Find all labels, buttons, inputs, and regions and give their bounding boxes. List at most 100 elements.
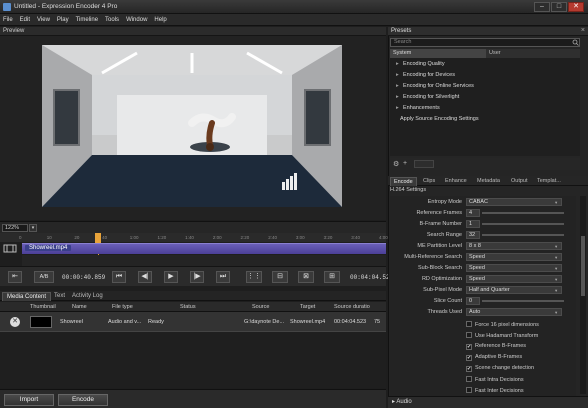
- multi-reference-select[interactable]: Speed ▾: [466, 253, 562, 261]
- adaptive-b-frames-checkbox[interactable]: ✔ Adaptive B-Frames: [466, 354, 522, 361]
- ruler-tick-label: 0: [19, 235, 22, 240]
- search-range-field[interactable]: 32: [466, 231, 480, 239]
- param-label: Entropy Mode: [427, 199, 462, 205]
- sub-pixel-mode-select[interactable]: Half and Quarter ▾: [466, 286, 562, 294]
- menu-play[interactable]: Play: [57, 17, 69, 23]
- menu-file[interactable]: File: [3, 17, 13, 23]
- go-to-start-icon[interactable]: ⏮: [112, 271, 126, 283]
- col-thumbnail[interactable]: Thumbnail: [30, 304, 56, 310]
- fast-intra-checkbox[interactable]: Fast Intra Decisions: [466, 376, 524, 383]
- import-button[interactable]: Import: [4, 394, 54, 406]
- tab-output[interactable]: Output: [508, 177, 531, 186]
- step-back-icon[interactable]: ◀|: [138, 271, 152, 283]
- reference-frames-slider[interactable]: [482, 212, 564, 214]
- me-partition-select[interactable]: 8 x 8 ▾: [466, 242, 562, 250]
- menu-timeline[interactable]: Timeline: [76, 17, 98, 23]
- tab-encode[interactable]: Encode: [390, 177, 417, 186]
- close-icon[interactable]: ×: [581, 27, 585, 34]
- preview-header: Preview: [0, 27, 386, 36]
- scene-change-checkbox[interactable]: ✔ Scene change detection: [466, 365, 534, 372]
- audio-track[interactable]: [22, 255, 386, 266]
- col-target[interactable]: Target: [300, 304, 315, 310]
- force-16-pixel-checkbox[interactable]: Force 16 pixel dimensions: [466, 321, 539, 328]
- timeline-ruler[interactable]: 0 10 20 40 1:00 1:20 1:40 2:00 2:20 2:40 3:00 3:20 3…: [0, 233, 388, 242]
- b-frame-number-field[interactable]: 1: [466, 220, 480, 228]
- hadamard-checkbox[interactable]: Use Hadamard Transform: [466, 332, 538, 339]
- chevron-down-icon: ▾: [555, 288, 558, 293]
- step-forward-icon[interactable]: |▶: [190, 271, 204, 283]
- tab-metadata[interactable]: Metadata: [474, 177, 503, 186]
- tab-text[interactable]: Text: [50, 292, 69, 301]
- trim-start-icon[interactable]: ⇤: [8, 271, 22, 283]
- menu-window[interactable]: Window: [126, 17, 147, 23]
- add-icon[interactable]: +: [403, 160, 407, 167]
- close-button[interactable]: ✕: [568, 2, 584, 12]
- ab-compare-button[interactable]: A/B: [34, 271, 54, 283]
- ruler-tick-label: 1:00: [129, 235, 139, 240]
- tab-templates[interactable]: Templat...: [534, 177, 564, 186]
- reference-b-frames-checkbox[interactable]: ✔ Reference B-Frames: [466, 343, 526, 350]
- tab-media-content[interactable]: Media Content: [2, 292, 52, 301]
- play-icon[interactable]: ▶: [164, 271, 178, 283]
- row-extra: 75: [374, 319, 381, 325]
- search-icon[interactable]: [572, 39, 579, 46]
- rd-optimization-select[interactable]: Speed ▾: [466, 275, 562, 283]
- list-item[interactable]: ▸ Encoding for Devices: [396, 72, 455, 78]
- search-range-slider[interactable]: [482, 234, 564, 236]
- sub-block-select[interactable]: Speed ▾: [466, 264, 562, 272]
- markers-icon[interactable]: ⋮⋮: [246, 271, 262, 283]
- list-item[interactable]: ▸ Encoding for Online Services: [396, 83, 474, 89]
- col-status[interactable]: Status: [180, 304, 196, 310]
- video-track[interactable]: Showreel.mp4: [22, 243, 386, 254]
- slice-count-slider[interactable]: [482, 300, 564, 302]
- b-frame-number-slider[interactable]: [482, 223, 564, 225]
- ruler-tick-label: 1:20: [157, 235, 167, 240]
- menu-edit[interactable]: Edit: [20, 17, 30, 23]
- encode-button[interactable]: Encode: [58, 394, 108, 406]
- go-to-end-icon[interactable]: ⏭: [216, 271, 230, 283]
- col-name[interactable]: Name: [72, 304, 87, 310]
- threads-used-select[interactable]: Auto ▾: [466, 308, 562, 316]
- chevron-down-icon[interactable]: ▾: [29, 224, 37, 232]
- ruler-tick-label: 3:20: [323, 235, 333, 240]
- col-file-type[interactable]: File type: [112, 304, 133, 310]
- cut-icon[interactable]: ⊠: [298, 271, 314, 283]
- tab-system[interactable]: System: [390, 49, 486, 58]
- entropy-mode-select[interactable]: CABAC ▾: [466, 198, 562, 206]
- list-item[interactable]: Apply Source Encoding Settings: [400, 116, 479, 122]
- tab-user[interactable]: User: [486, 49, 580, 58]
- col-source-duration[interactable]: Source duratio: [334, 304, 370, 310]
- split-icon[interactable]: ⊟: [272, 271, 288, 283]
- tab-clips[interactable]: Clips: [420, 177, 438, 186]
- menu-help[interactable]: Help: [154, 17, 166, 23]
- expand-arrow-icon: ▸: [396, 94, 399, 100]
- table-row[interactable]: ✕ Showreel Audio and v... Ready G:\dayno…: [0, 312, 386, 332]
- reference-frames-field[interactable]: 4: [466, 209, 480, 217]
- video-frame[interactable]: [42, 45, 342, 207]
- remove-icon[interactable]: ✕: [10, 317, 20, 327]
- encode-tabs: Encode Clips Enhance Metadata Output Tem…: [388, 176, 588, 186]
- insert-icon[interactable]: ⊞: [324, 271, 340, 283]
- row-source: G:\daynote De...: [244, 319, 285, 325]
- tab-enhance[interactable]: Enhance: [442, 177, 470, 186]
- apply-button[interactable]: [414, 160, 434, 168]
- fast-inter-checkbox[interactable]: Fast Inter Decisions: [466, 387, 524, 394]
- menu-tools[interactable]: Tools: [105, 17, 119, 23]
- maximize-button[interactable]: □: [551, 2, 567, 12]
- scrollbar[interactable]: [580, 196, 586, 394]
- clip-name[interactable]: Showreel.mp4: [25, 245, 72, 251]
- audio-section-header[interactable]: ▸ Audio: [388, 396, 588, 408]
- scrollbar-thumb[interactable]: [581, 236, 585, 296]
- chevron-down-icon: ▾: [555, 255, 558, 260]
- tab-activity-log[interactable]: Activity Log: [68, 292, 107, 301]
- preset-search-input[interactable]: Search: [390, 38, 580, 47]
- gear-icon[interactable]: ⚙: [393, 160, 399, 168]
- menu-view[interactable]: View: [37, 17, 50, 23]
- zoom-level[interactable]: 122%: [2, 224, 28, 232]
- list-item[interactable]: ▸ Enhancements: [396, 105, 440, 111]
- list-item[interactable]: ▸ Encoding for Silverlight: [396, 94, 459, 100]
- minimize-button[interactable]: –: [534, 2, 550, 12]
- list-item[interactable]: ▸ Encoding Quality: [396, 61, 445, 67]
- slice-count-field[interactable]: 0: [466, 297, 480, 305]
- col-source[interactable]: Source: [252, 304, 269, 310]
